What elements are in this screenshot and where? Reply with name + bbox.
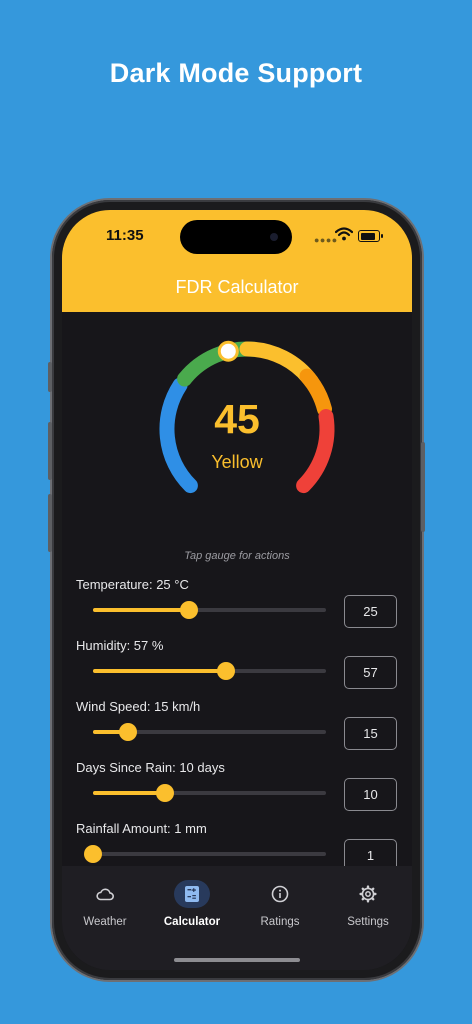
signal-icon: ● ● ● ● (314, 235, 337, 245)
battery-icon (358, 230, 383, 242)
app-screen: 11:35 ● ● ● ● FDR Calculator 45 Yellow T… (62, 210, 412, 970)
humidity-label: Humidity: 57 % (76, 638, 164, 653)
days-since-rain-input[interactable]: 10 (344, 778, 397, 811)
rainfall-amount-slider[interactable] (84, 845, 326, 863)
humidity-slider[interactable] (93, 662, 326, 680)
nav-ratings[interactable]: Ratings (240, 876, 320, 936)
status-time: 11:35 (106, 227, 144, 244)
temperature-input[interactable]: 25 (344, 595, 397, 628)
calculator-icon (185, 886, 199, 902)
humidity-input[interactable]: 57 (344, 656, 397, 689)
dynamic-island (180, 220, 292, 254)
rainfall-amount-slider-thumb[interactable] (84, 845, 102, 863)
wind-speed-slider-thumb[interactable] (118, 723, 137, 741)
volume-up-button (48, 422, 52, 480)
home-indicator (174, 958, 300, 962)
temperature-label: Temperature: 25 °C (76, 577, 189, 592)
rainfall-amount-label: Rainfall Amount: 1 mm (76, 821, 207, 836)
power-button (421, 442, 425, 532)
nav-settings[interactable]: Settings (328, 876, 408, 936)
wind-speed-input[interactable]: 15 (344, 717, 397, 750)
wind-speed-slider[interactable] (93, 723, 326, 741)
wind-speed-label: Wind Speed: 15 km/h (76, 699, 201, 714)
action-button (48, 362, 52, 392)
app-title: FDR Calculator (175, 277, 299, 297)
days-since-rain-label: Days Since Rain: 10 days (76, 760, 225, 775)
temperature-slider[interactable] (93, 601, 326, 619)
fdr-rating: Yellow (211, 452, 263, 472)
cloud-icon (96, 888, 114, 901)
humidity-slider-thumb[interactable] (216, 662, 235, 680)
nav-calculator[interactable]: Calculator (152, 876, 232, 936)
gear-icon (359, 885, 377, 903)
nav-calculator-label: Calculator (163, 916, 221, 928)
wifi-icon (335, 227, 353, 241)
days-since-rain-slider[interactable] (93, 784, 326, 802)
gauge-indicator (217, 340, 239, 362)
humidity-row: Humidity: 57 % 57 (62, 638, 412, 698)
days-since-rain-slider-thumb[interactable] (156, 784, 175, 802)
temperature-slider-thumb[interactable] (179, 601, 198, 619)
days-since-rain-row: Days Since Rain: 10 days 10 (62, 760, 412, 820)
wind-speed-row: Wind Speed: 15 km/h 15 (62, 699, 412, 759)
bottom-nav: Weather Calculator Ratings Settings (62, 866, 412, 970)
info-icon (271, 885, 289, 903)
nav-settings-label: Settings (347, 916, 389, 928)
nav-weather-label: Weather (83, 916, 127, 928)
fdr-value: 45 (214, 396, 260, 442)
nav-ratings-label: Ratings (260, 916, 300, 928)
promo-headline: Dark Mode Support (109, 58, 363, 88)
gauge-hint: Tap gauge for actions (184, 550, 290, 562)
volume-down-button (48, 494, 52, 552)
nav-weather[interactable]: Weather (65, 876, 145, 936)
app-header: 11:35 ● ● ● ● FDR Calculator (62, 210, 412, 312)
temperature-row: Temperature: 25 °C 25 (62, 577, 412, 637)
